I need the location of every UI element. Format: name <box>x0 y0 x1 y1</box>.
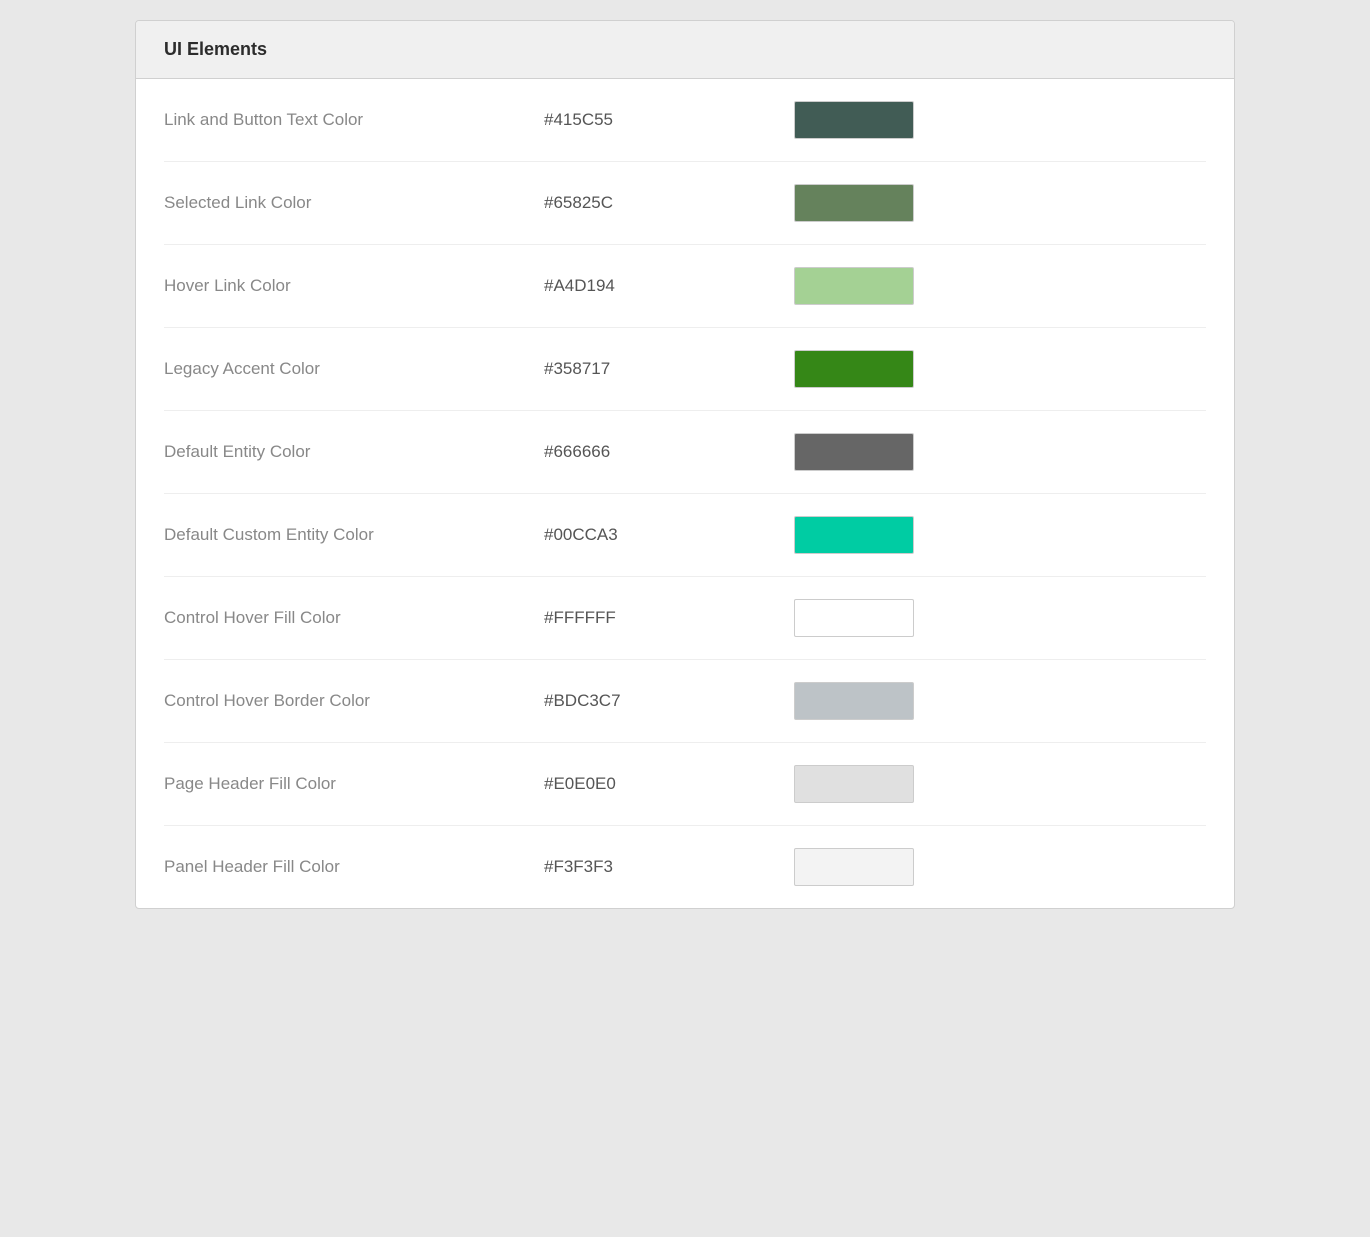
panel-header: UI Elements <box>136 21 1234 79</box>
panel-body: Link and Button Text Color#415C55Selecte… <box>136 79 1234 908</box>
color-swatch-control-hover-border-color[interactable] <box>794 682 914 720</box>
color-row-default-entity-color[interactable]: Default Entity Color#666666 <box>164 411 1206 494</box>
color-row-default-custom-entity-color[interactable]: Default Custom Entity Color#00CCA3 <box>164 494 1206 577</box>
color-hex-panel-header-fill-color: #F3F3F3 <box>544 857 764 877</box>
color-hex-control-hover-fill-color: #FFFFFF <box>544 608 764 628</box>
color-row-panel-header-fill-color[interactable]: Panel Header Fill Color#F3F3F3 <box>164 826 1206 908</box>
color-swatch-container-selected-link-color <box>764 184 914 222</box>
color-label-hover-link-color: Hover Link Color <box>164 276 544 296</box>
color-row-selected-link-color[interactable]: Selected Link Color#65825C <box>164 162 1206 245</box>
color-hex-page-header-fill-color: #E0E0E0 <box>544 774 764 794</box>
color-hex-legacy-accent-color: #358717 <box>544 359 764 379</box>
color-swatch-container-default-custom-entity-color <box>764 516 914 554</box>
color-swatch-page-header-fill-color[interactable] <box>794 765 914 803</box>
color-row-legacy-accent-color[interactable]: Legacy Accent Color#358717 <box>164 328 1206 411</box>
color-row-page-header-fill-color[interactable]: Page Header Fill Color#E0E0E0 <box>164 743 1206 826</box>
color-swatch-container-link-button-text-color <box>764 101 914 139</box>
color-swatch-selected-link-color[interactable] <box>794 184 914 222</box>
color-swatch-container-legacy-accent-color <box>764 350 914 388</box>
color-swatch-default-entity-color[interactable] <box>794 433 914 471</box>
color-label-legacy-accent-color: Legacy Accent Color <box>164 359 544 379</box>
color-hex-default-custom-entity-color: #00CCA3 <box>544 525 764 545</box>
color-label-page-header-fill-color: Page Header Fill Color <box>164 774 544 794</box>
panel-title: UI Elements <box>164 39 267 59</box>
color-swatch-container-default-entity-color <box>764 433 914 471</box>
color-swatch-container-control-hover-fill-color <box>764 599 914 637</box>
color-swatch-container-hover-link-color <box>764 267 914 305</box>
color-label-link-button-text-color: Link and Button Text Color <box>164 110 544 130</box>
color-swatch-hover-link-color[interactable] <box>794 267 914 305</box>
color-label-control-hover-fill-color: Control Hover Fill Color <box>164 608 544 628</box>
color-hex-hover-link-color: #A4D194 <box>544 276 764 296</box>
color-label-panel-header-fill-color: Panel Header Fill Color <box>164 857 544 877</box>
color-label-default-entity-color: Default Entity Color <box>164 442 544 462</box>
color-swatch-container-panel-header-fill-color <box>764 848 914 886</box>
color-swatch-default-custom-entity-color[interactable] <box>794 516 914 554</box>
color-label-selected-link-color: Selected Link Color <box>164 193 544 213</box>
color-swatch-link-button-text-color[interactable] <box>794 101 914 139</box>
color-swatch-container-control-hover-border-color <box>764 682 914 720</box>
color-hex-control-hover-border-color: #BDC3C7 <box>544 691 764 711</box>
color-row-control-hover-fill-color[interactable]: Control Hover Fill Color#FFFFFF <box>164 577 1206 660</box>
color-label-default-custom-entity-color: Default Custom Entity Color <box>164 525 544 545</box>
color-row-control-hover-border-color[interactable]: Control Hover Border Color#BDC3C7 <box>164 660 1206 743</box>
color-row-hover-link-color[interactable]: Hover Link Color#A4D194 <box>164 245 1206 328</box>
color-hex-selected-link-color: #65825C <box>544 193 764 213</box>
ui-elements-panel: UI Elements Link and Button Text Color#4… <box>135 20 1235 909</box>
color-hex-link-button-text-color: #415C55 <box>544 110 764 130</box>
color-hex-default-entity-color: #666666 <box>544 442 764 462</box>
color-row-link-button-text-color[interactable]: Link and Button Text Color#415C55 <box>164 79 1206 162</box>
color-swatch-legacy-accent-color[interactable] <box>794 350 914 388</box>
color-swatch-container-page-header-fill-color <box>764 765 914 803</box>
color-label-control-hover-border-color: Control Hover Border Color <box>164 691 544 711</box>
color-swatch-control-hover-fill-color[interactable] <box>794 599 914 637</box>
color-swatch-panel-header-fill-color[interactable] <box>794 848 914 886</box>
